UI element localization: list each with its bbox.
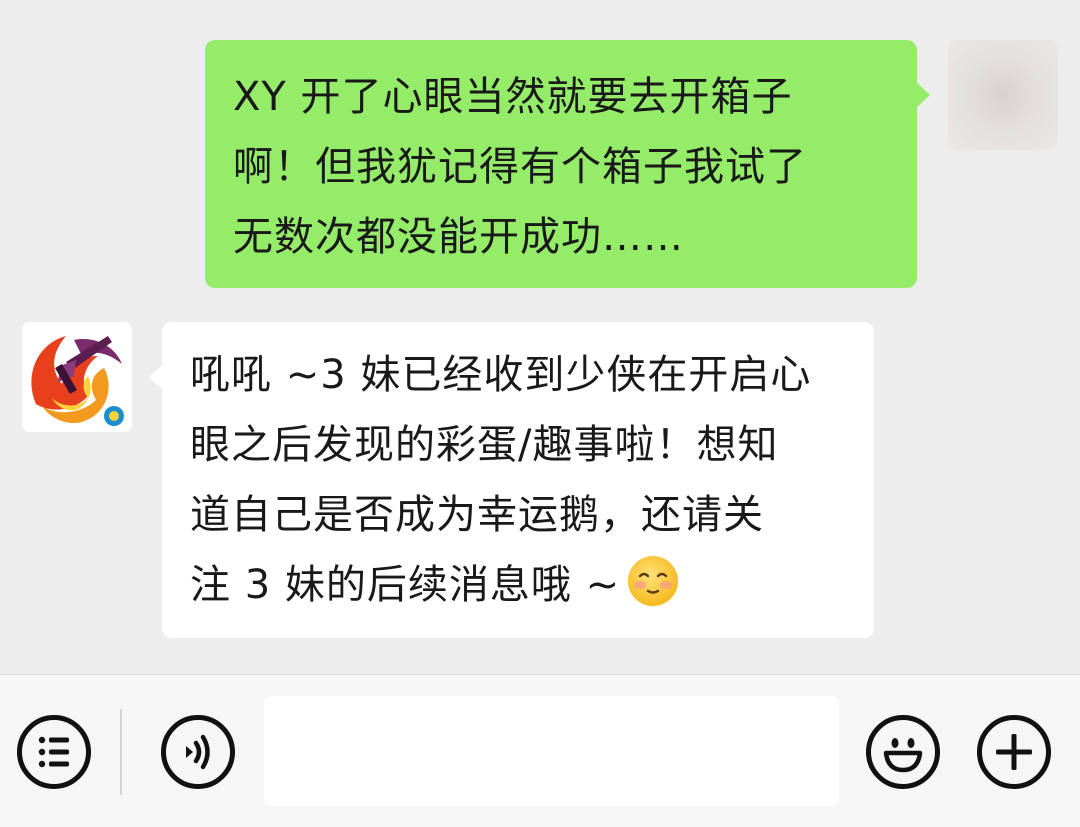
outgoing-message-bubble[interactable]: XY 开了心眼当然就要去开箱子 啊！但我犹记得有个箱子我试了 无数次都没能开成功… [205,40,930,288]
chat-area: XY 开了心眼当然就要去开箱子 啊！但我犹记得有个箱子我试了 无数次都没能开成功… [0,0,1080,674]
plus-button[interactable] [977,715,1051,789]
voice-icon [186,734,210,770]
contact-avatar[interactable] [22,322,132,432]
toolbar-divider [120,709,122,795]
smiley-icon [883,738,923,773]
voice-button[interactable] [161,715,235,789]
game-logo-icon [22,322,132,432]
incoming-message-text: 吼吼 ~3 妹已经收到少侠在开启心 眼之后发现的彩蛋/趣事啦！想知 道自己是否成… [190,340,854,620]
message-input[interactable] [264,696,839,806]
incoming-message-bubble[interactable]: 吼吼 ~3 妹已经收到少侠在开启心 眼之后发现的彩蛋/趣事啦！想知 道自己是否成… [149,322,874,638]
menu-list-icon [38,736,69,768]
blushing-smile-emoji-icon [626,554,680,608]
user-avatar[interactable] [948,40,1058,150]
message-input-bar [0,674,1080,827]
incoming-message-body: 吼吼 ~3 妹已经收到少侠在开启心 眼之后发现的彩蛋/趣事啦！想知 道自己是否成… [190,352,812,608]
menu-list-button[interactable] [17,715,91,789]
outgoing-message-text: XY 开了心眼当然就要去开箱子 啊！但我犹记得有个箱子我试了 无数次都没能开成功… [233,74,807,260]
plus-icon [996,734,1032,770]
emoji-button[interactable] [866,715,940,789]
